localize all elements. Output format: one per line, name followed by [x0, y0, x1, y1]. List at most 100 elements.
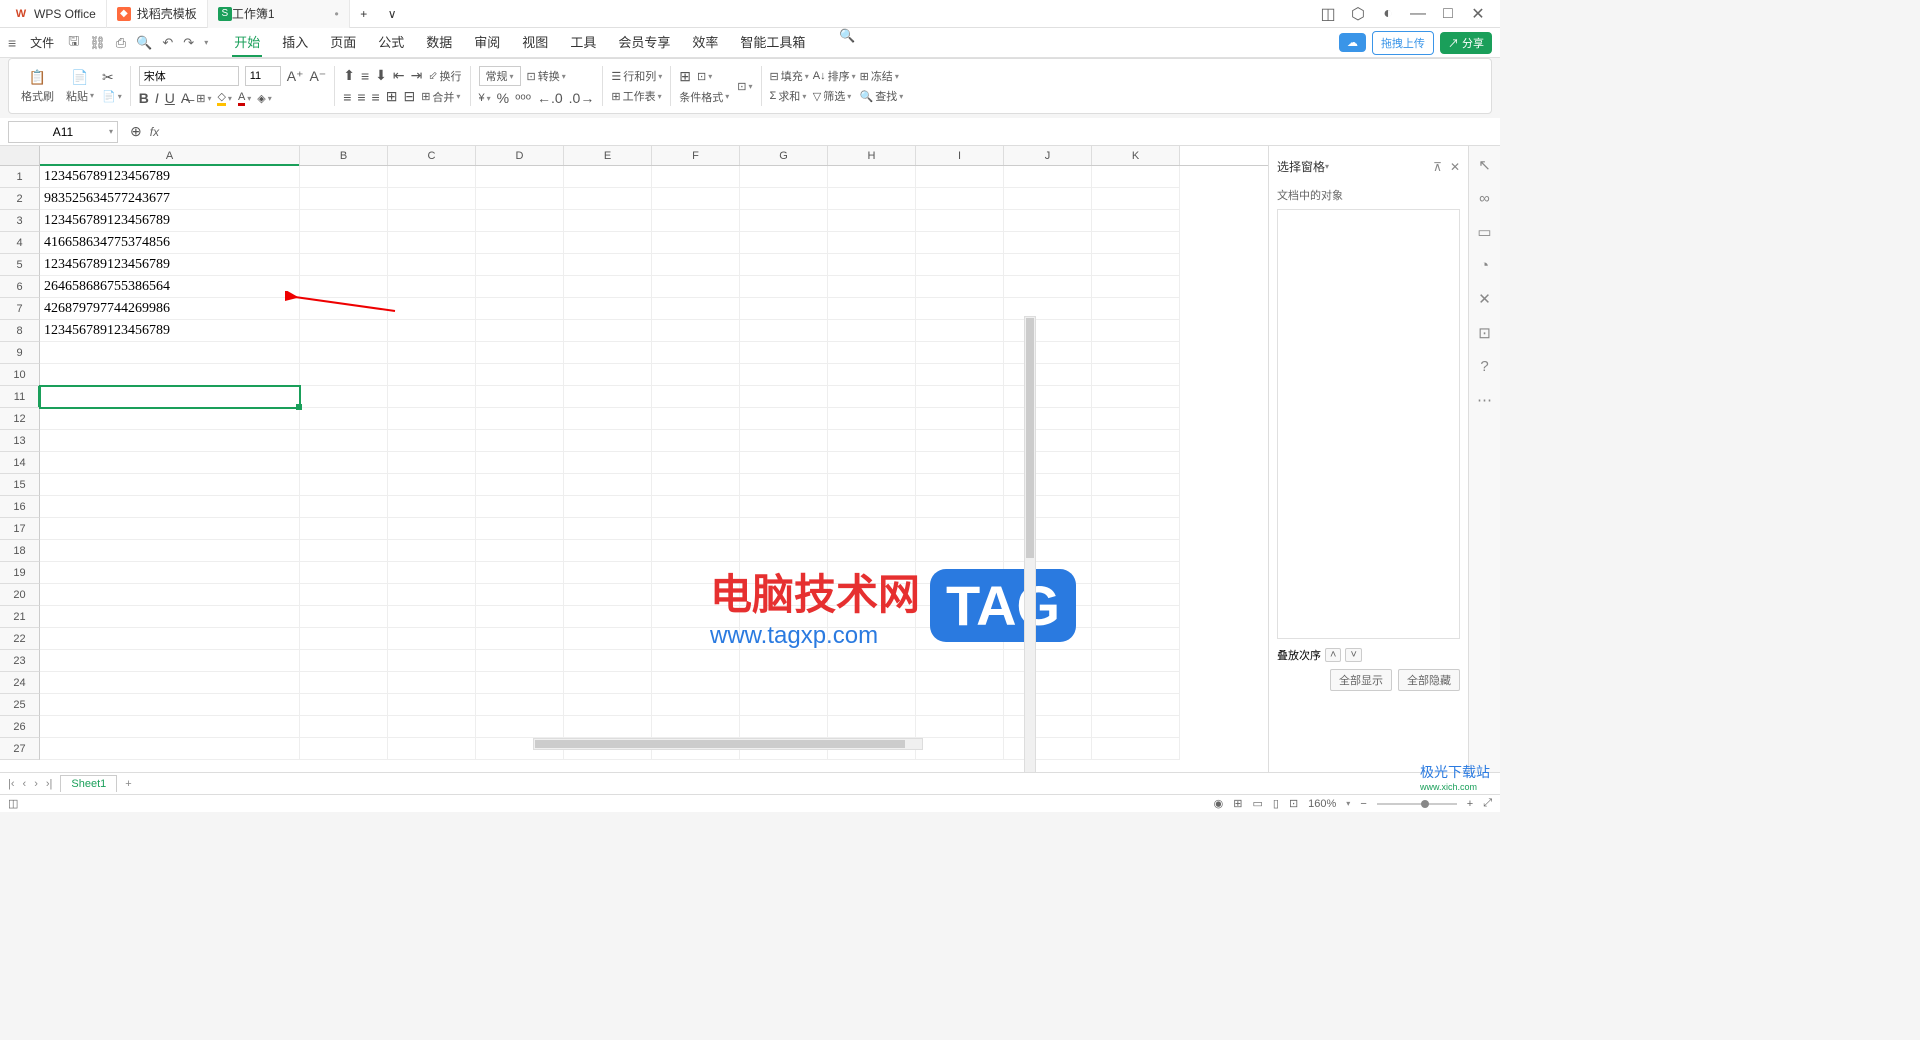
- cell-G12[interactable]: [740, 408, 828, 430]
- cell-C1[interactable]: [388, 166, 476, 188]
- col-header-D[interactable]: D: [476, 146, 564, 165]
- qat-dropdown[interactable]: ▾: [204, 38, 208, 47]
- undo-icon[interactable]: ↶: [162, 35, 173, 51]
- align-left-icon[interactable]: ≡: [343, 89, 351, 105]
- cell-K13[interactable]: [1092, 430, 1180, 452]
- cell-J13[interactable]: [1004, 430, 1092, 452]
- cell-J5[interactable]: [1004, 254, 1092, 276]
- row-header-2[interactable]: 2: [0, 188, 40, 210]
- indent-right-icon[interactable]: ⇥: [411, 67, 423, 84]
- zoom-slider[interactable]: [1377, 803, 1457, 805]
- col-header-I[interactable]: I: [916, 146, 1004, 165]
- cell-J14[interactable]: [1004, 452, 1092, 474]
- cell-D25[interactable]: [476, 694, 564, 716]
- cell-A8[interactable]: 123456789123456789: [40, 320, 300, 342]
- cell-J25[interactable]: [1004, 694, 1092, 716]
- file-menu[interactable]: 文件: [26, 34, 58, 51]
- cell-H23[interactable]: [828, 650, 916, 672]
- cell-A16[interactable]: [40, 496, 300, 518]
- cell-D10[interactable]: [476, 364, 564, 386]
- cell-K2[interactable]: [1092, 188, 1180, 210]
- cell-G26[interactable]: [740, 716, 828, 738]
- cell-E25[interactable]: [564, 694, 652, 716]
- cell-K3[interactable]: [1092, 210, 1180, 232]
- cell-D4[interactable]: [476, 232, 564, 254]
- spreadsheet-area[interactable]: ABCDEFGHIJK11234567891234567892983525634…: [0, 146, 1268, 790]
- redo-icon[interactable]: ↷: [183, 35, 194, 51]
- cell-B23[interactable]: [300, 650, 388, 672]
- cell-A26[interactable]: [40, 716, 300, 738]
- cell-B16[interactable]: [300, 496, 388, 518]
- align-bottom-icon[interactable]: ⬇: [375, 67, 387, 84]
- cell-B15[interactable]: [300, 474, 388, 496]
- cell-K27[interactable]: [1092, 738, 1180, 760]
- cell-B17[interactable]: [300, 518, 388, 540]
- cell-F25[interactable]: [652, 694, 740, 716]
- close-button[interactable]: ✕: [1468, 4, 1488, 24]
- cell-G16[interactable]: [740, 496, 828, 518]
- cell-E23[interactable]: [564, 650, 652, 672]
- cell-C3[interactable]: [388, 210, 476, 232]
- zoom-in-button[interactable]: +: [1467, 798, 1473, 810]
- cell-J17[interactable]: [1004, 518, 1092, 540]
- cell-H9[interactable]: [828, 342, 916, 364]
- upload-button[interactable]: 拖拽上传: [1372, 31, 1434, 55]
- wps-home-tab[interactable]: W WPS Office: [4, 0, 107, 28]
- cell-G13[interactable]: [740, 430, 828, 452]
- cell-G19[interactable]: [740, 562, 828, 584]
- col-header-H[interactable]: H: [828, 146, 916, 165]
- col-header-C[interactable]: C: [388, 146, 476, 165]
- cell-D13[interactable]: [476, 430, 564, 452]
- cell-A4[interactable]: 416658634775374856: [40, 232, 300, 254]
- cell-A10[interactable]: [40, 364, 300, 386]
- align-center-icon[interactable]: ≡: [357, 89, 365, 105]
- tab-start[interactable]: 开始: [232, 28, 262, 57]
- cell-H10[interactable]: [828, 364, 916, 386]
- indent-left-icon[interactable]: ⇤: [393, 67, 405, 84]
- style-icon[interactable]: ∞: [1479, 190, 1490, 207]
- row-header-10[interactable]: 10: [0, 364, 40, 386]
- col-header-G[interactable]: G: [740, 146, 828, 165]
- cell-G5[interactable]: [740, 254, 828, 276]
- cell-J6[interactable]: [1004, 276, 1092, 298]
- cell-D26[interactable]: [476, 716, 564, 738]
- cell-I4[interactable]: [916, 232, 1004, 254]
- cell-D18[interactable]: [476, 540, 564, 562]
- cell-I8[interactable]: [916, 320, 1004, 342]
- row-header-3[interactable]: 3: [0, 210, 40, 232]
- cancel-formula-icon[interactable]: ⊕: [130, 123, 142, 140]
- cell-G6[interactable]: [740, 276, 828, 298]
- cell-K18[interactable]: [1092, 540, 1180, 562]
- horizontal-scrollbar[interactable]: [533, 738, 923, 750]
- cell-J20[interactable]: [1004, 584, 1092, 606]
- cell-B18[interactable]: [300, 540, 388, 562]
- reading-view-icon[interactable]: ▭: [1252, 797, 1262, 810]
- paste-label[interactable]: 粘贴▾: [66, 88, 94, 104]
- cell-I25[interactable]: [916, 694, 1004, 716]
- align-right-icon[interactable]: ≡: [372, 89, 380, 105]
- cell-A23[interactable]: [40, 650, 300, 672]
- search-icon[interactable]: 🔍: [839, 28, 855, 57]
- cell-C6[interactable]: [388, 276, 476, 298]
- cell-J16[interactable]: [1004, 496, 1092, 518]
- cell-A25[interactable]: [40, 694, 300, 716]
- cell-C27[interactable]: [388, 738, 476, 760]
- cell-H4[interactable]: [828, 232, 916, 254]
- italic-icon[interactable]: I: [155, 90, 159, 106]
- cell-J9[interactable]: [1004, 342, 1092, 364]
- row-header-26[interactable]: 26: [0, 716, 40, 738]
- cell-H26[interactable]: [828, 716, 916, 738]
- cell-A1[interactable]: 123456789123456789: [40, 166, 300, 188]
- template-tab[interactable]: ◆ 找稻壳模板: [107, 0, 208, 28]
- cell-A14[interactable]: [40, 452, 300, 474]
- cell-C20[interactable]: [388, 584, 476, 606]
- cell-J7[interactable]: [1004, 298, 1092, 320]
- row-header-23[interactable]: 23: [0, 650, 40, 672]
- number-format-select[interactable]: 常规 ▾: [479, 66, 521, 86]
- table-style-icon[interactable]: ⊞: [679, 68, 691, 85]
- cell-H11[interactable]: [828, 386, 916, 408]
- cell-G17[interactable]: [740, 518, 828, 540]
- cell-B11[interactable]: [300, 386, 388, 408]
- cell-J22[interactable]: [1004, 628, 1092, 650]
- cell-E19[interactable]: [564, 562, 652, 584]
